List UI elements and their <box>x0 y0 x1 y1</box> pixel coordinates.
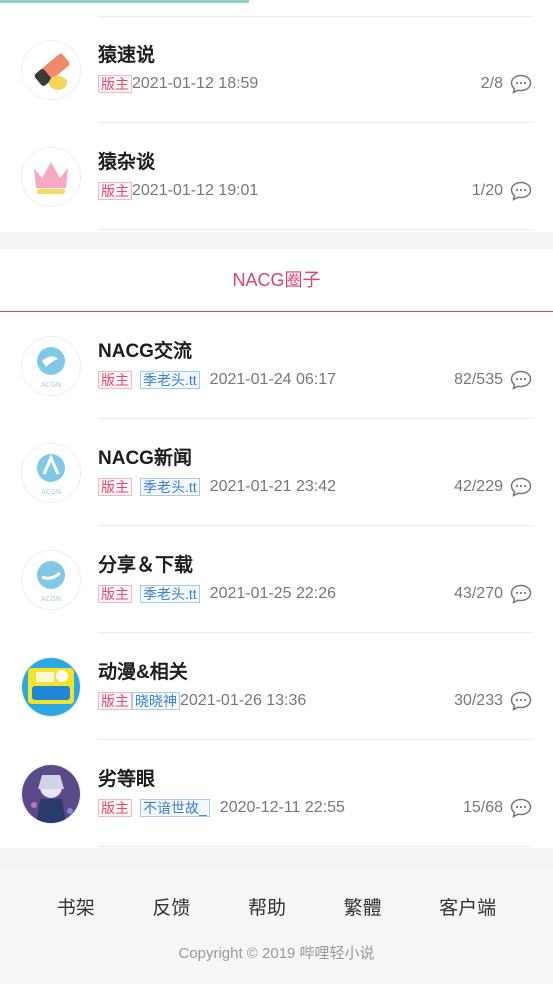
last-post-time: 2021-01-12 19:01 <box>132 182 259 199</box>
forum-meta: 版主 季老头.tt 2021-01-21 23:42 <box>98 478 336 496</box>
list-item[interactable]: 猿杂谈 版主 2021-01-12 19:01 1/20 <box>0 123 553 230</box>
owner-badge: 版主 <box>98 478 132 496</box>
footer-link-feedback[interactable]: 反馈 <box>152 893 190 920</box>
last-post-time: 2021-01-26 13:36 <box>180 692 307 709</box>
forum-meta: 版主 2021-01-12 18:59 <box>98 75 258 93</box>
moderator-name[interactable]: 晓晓神 <box>132 692 180 710</box>
comment-icon <box>510 181 532 201</box>
reply-count: 30/233 <box>454 692 503 709</box>
reading-progress-bar <box>0 0 553 3</box>
owner-badge: 版主 <box>98 182 132 200</box>
comment-icon <box>510 584 532 604</box>
list-item[interactable]: ACGN 分享＆下载 版主 季老头.tt 2021-01-25 22:26 43… <box>0 526 553 633</box>
footer-link-bookshelf[interactable]: 书架 <box>57 893 95 920</box>
last-post-time: 2021-01-21 23:42 <box>209 478 336 495</box>
acgn-logo-icon: ACGN <box>21 336 81 396</box>
forum-title[interactable]: 分享＆下载 <box>98 550 193 577</box>
forum-list-group-1: 猿速说 版主 2021-01-12 18:59 2/8 猿杂谈 版主 2021-… <box>0 16 553 230</box>
reply-count: 15/68 <box>462 799 503 816</box>
last-post-time: 2021-01-25 22:26 <box>209 585 336 602</box>
footer-link-client[interactable]: 客户端 <box>439 893 496 920</box>
forum-title[interactable]: 猿杂谈 <box>98 147 155 174</box>
last-post-time: 2021-01-12 18:59 <box>132 75 259 92</box>
reply-count: 42/229 <box>454 478 503 495</box>
crown-icon <box>21 147 81 207</box>
reply-count: 2/8 <box>480 75 503 92</box>
list-item[interactable]: 劣等眼 版主 不谙世故_ 2020-12-11 22:55 15/68 <box>0 740 553 847</box>
anime-sticker-icon <box>21 657 81 717</box>
reply-count: 43/270 <box>454 585 503 602</box>
comment-icon <box>510 798 532 818</box>
footer-nav: 书架 反馈 帮助 繁體 客户端 <box>0 893 553 920</box>
forum-title[interactable]: NACG新闻 <box>98 443 192 470</box>
list-item[interactable]: 猿速说 版主 2021-01-12 18:59 2/8 <box>0 16 553 123</box>
reply-count: 1/20 <box>471 182 503 199</box>
reading-progress-fill <box>0 0 249 3</box>
moderator-name[interactable]: 季老头.tt <box>140 478 200 496</box>
section-title[interactable]: NACG圈子 <box>0 249 553 312</box>
reply-count: 82/535 <box>454 371 503 388</box>
moderator-name[interactable]: 不谙世故_ <box>140 799 210 817</box>
acgn-logo-icon: ACGN <box>21 443 81 503</box>
forum-title[interactable]: 猿速说 <box>98 40 155 67</box>
svg-text:ACGN: ACGN <box>41 488 61 496</box>
forum-meta: 版主 季老头.tt 2021-01-24 06:17 <box>98 371 336 389</box>
last-post-time: 2020-12-11 22:55 <box>219 799 345 816</box>
moderator-name[interactable]: 季老头.tt <box>140 585 200 603</box>
footer: 书架 反馈 帮助 繁體 客户端 Copyright © 2019 哔哩轻小说 <box>0 866 553 984</box>
pencil-eraser-icon <box>21 40 81 100</box>
forum-meta: 版主 2021-01-12 19:01 <box>98 182 258 200</box>
section-nacg: NACG圈子 <box>0 232 553 312</box>
acgn-logo-icon: ACGN <box>21 550 81 610</box>
owner-badge: 版主 <box>98 585 132 603</box>
list-item[interactable]: ACGN NACG新闻 版主 季老头.tt 2021-01-21 23:42 4… <box>0 419 553 526</box>
svg-text:ACGN: ACGN <box>41 595 61 603</box>
copyright: Copyright © 2019 哔哩轻小说 <box>178 945 375 962</box>
list-item[interactable]: 动漫&相关 版主 晓晓神 2021-01-26 13:36 30/233 <box>0 633 553 740</box>
footer-link-help[interactable]: 帮助 <box>248 893 286 920</box>
last-post-time: 2021-01-24 06:17 <box>209 371 336 388</box>
owner-badge: 版主 <box>98 799 132 817</box>
forum-title[interactable]: 劣等眼 <box>98 764 155 791</box>
comment-icon <box>510 370 532 390</box>
svg-text:ACGN: ACGN <box>41 381 61 389</box>
list-item[interactable]: ACGN NACG交流 版主 季老头.tt 2021-01-24 06:17 8… <box>0 312 553 419</box>
moderator-name[interactable]: 季老头.tt <box>140 371 200 389</box>
forum-meta: 版主 季老头.tt 2021-01-25 22:26 <box>98 585 336 603</box>
comment-icon <box>510 691 532 711</box>
forum-meta: 版主 晓晓神 2021-01-26 13:36 <box>98 692 306 710</box>
owner-badge: 版主 <box>98 692 132 710</box>
forum-list-group-2: ACGN NACG交流 版主 季老头.tt 2021-01-24 06:17 8… <box>0 312 553 847</box>
forum-title[interactable]: NACG交流 <box>98 336 192 363</box>
forum-title[interactable]: 动漫&相关 <box>98 657 188 684</box>
owner-badge: 版主 <box>98 75 132 93</box>
footer-link-traditional[interactable]: 繁體 <box>344 893 382 920</box>
comment-icon <box>510 477 532 497</box>
forum-meta: 版主 不谙世故_ 2020-12-11 22:55 <box>98 799 345 817</box>
owner-badge: 版主 <box>98 371 132 389</box>
comment-icon <box>510 74 532 94</box>
anime-character-avatar <box>21 764 81 824</box>
